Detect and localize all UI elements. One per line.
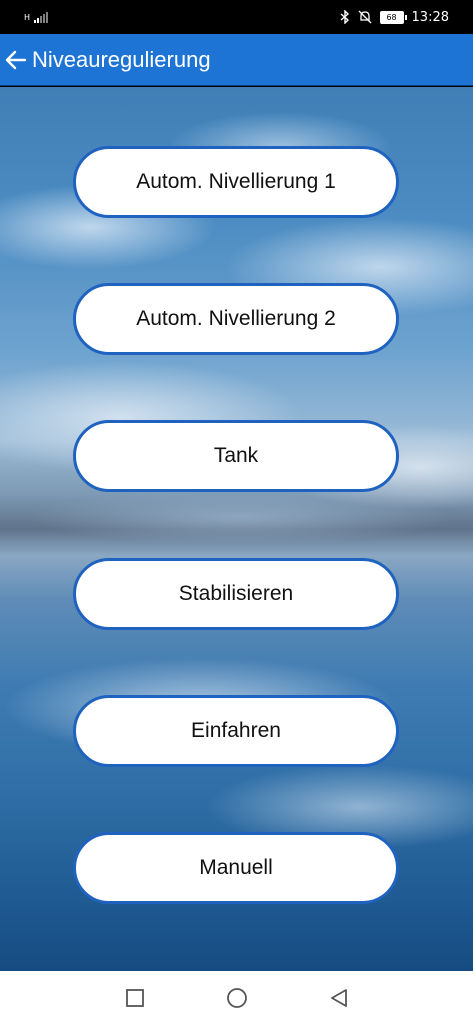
recents-button[interactable] [120,983,150,1013]
page-title: Niveauregulierung [32,46,211,72]
system-nav-bar [0,971,473,1024]
status-right: 68 13:28 [340,10,449,25]
arrow-left-icon [5,50,27,69]
back-button[interactable] [0,34,32,86]
triangle-back-icon [330,988,347,1007]
circle-icon [226,987,247,1008]
status-bar: H 68 13:28 [0,0,473,34]
status-left: H [24,11,49,23]
battery-level: 68 [386,12,397,22]
bluetooth-icon [340,10,349,24]
auto-leveling-2-button[interactable]: Autom. Nivellierung 2 [73,283,399,355]
status-time: 13:28 [411,9,449,25]
muted-bell-icon [358,10,371,24]
manual-button[interactable]: Manuell [73,832,399,904]
signal-strength-icon [34,11,49,23]
app-bar: Niveauregulierung [0,34,473,86]
tank-button[interactable]: Tank [73,420,399,492]
stabilize-button[interactable]: Stabilisieren [73,558,399,630]
battery-icon: 68 [379,10,407,24]
nav-back-button[interactable] [324,983,354,1013]
auto-leveling-1-button[interactable]: Autom. Nivellierung 1 [73,146,399,218]
retract-button[interactable]: Einfahren [73,695,399,767]
home-button[interactable] [222,983,252,1013]
network-type-label: H [24,12,31,22]
main-content: Autom. Nivellierung 1 Autom. Nivellierun… [0,87,473,971]
square-icon [125,988,144,1007]
